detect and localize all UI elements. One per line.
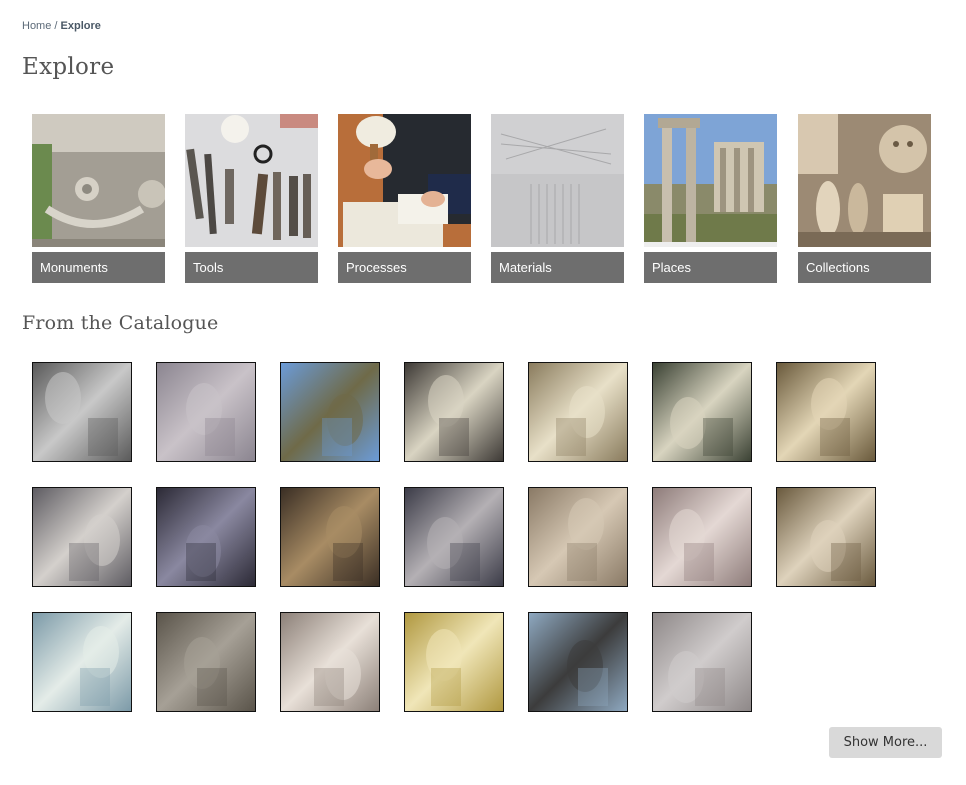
catalogue-item[interactable] (280, 612, 380, 712)
relief-frieze-photo (157, 363, 255, 461)
category-label: Tools (185, 252, 318, 283)
arch-relief-photo (405, 488, 503, 586)
category-label: Places (644, 252, 777, 283)
category-label: Materials (491, 252, 624, 283)
category-monuments[interactable]: Monuments (32, 114, 165, 283)
drapery-block-photo (281, 613, 379, 711)
show-more-button[interactable]: Show More... (829, 727, 942, 758)
plaster-casts-photo (798, 114, 931, 247)
draped-statue-photo (529, 363, 627, 461)
chain-carving-photo (281, 488, 379, 586)
tapered-column-photo (777, 488, 875, 586)
catalogue-item[interactable] (528, 362, 628, 462)
catalogue-item[interactable] (404, 612, 504, 712)
page-title: Explore (22, 54, 115, 80)
drapery-detail-photo (777, 363, 875, 461)
catalogue-item[interactable] (32, 612, 132, 712)
catalogue-item[interactable] (156, 487, 256, 587)
veiled-head-photo (405, 613, 503, 711)
monument-relief-photo (32, 114, 165, 247)
standing-columns-photo (529, 613, 627, 711)
catalogue-item[interactable] (652, 612, 752, 712)
mountain-landscape-photo (281, 363, 379, 461)
catalogue-item[interactable] (776, 487, 876, 587)
stone-door-panel-photo (653, 613, 751, 711)
catalogue-item[interactable] (32, 362, 132, 462)
catalogue-item[interactable] (652, 362, 752, 462)
catalogue-item[interactable] (280, 362, 380, 462)
catalogue-item[interactable] (776, 362, 876, 462)
category-label: Monuments (32, 252, 165, 283)
breadcrumb-current: Explore (60, 20, 101, 32)
catalogue-item[interactable] (528, 487, 628, 587)
section-title-catalogue: From the Catalogue (22, 312, 219, 334)
catalogue-item[interactable] (404, 487, 504, 587)
stone-fragments-photo (33, 613, 131, 711)
wall-relief-photo (157, 613, 255, 711)
breadcrumb-home-link[interactable]: Home (22, 20, 51, 32)
catalogue-item[interactable] (156, 612, 256, 712)
chisels-photo (185, 114, 318, 247)
category-label: Processes (338, 252, 471, 283)
catalogue-item[interactable] (528, 612, 628, 712)
marble-fragment-photo (33, 488, 131, 586)
relief-boat-photo (653, 488, 751, 586)
category-processes[interactable]: Processes (338, 114, 471, 283)
category-label: Collections (798, 252, 931, 283)
catalogue-item[interactable] (404, 362, 504, 462)
dark-rock-photo (157, 488, 255, 586)
marble-texture-photo (491, 114, 624, 247)
catalogue-item[interactable] (32, 487, 132, 587)
category-collections[interactable]: Collections (798, 114, 931, 283)
nude-statue-photo (653, 363, 751, 461)
ruins-columns-photo (644, 114, 777, 247)
catalogue-item[interactable] (652, 487, 752, 587)
relief-figures-photo (33, 363, 131, 461)
breadcrumb-separator: / (51, 20, 61, 32)
category-tools[interactable]: Tools (185, 114, 318, 283)
carved-panel-photo (529, 488, 627, 586)
carving-photo (338, 114, 471, 247)
breadcrumb: Home / Explore (22, 20, 101, 32)
category-list: Monuments Tools Processes Materials Plac… (32, 114, 932, 284)
marble-hand-photo (405, 363, 503, 461)
catalogue-item[interactable] (280, 487, 380, 587)
category-materials[interactable]: Materials (491, 114, 624, 283)
catalogue-item[interactable] (156, 362, 256, 462)
category-places[interactable]: Places (644, 114, 777, 283)
catalogue-grid (32, 362, 912, 714)
